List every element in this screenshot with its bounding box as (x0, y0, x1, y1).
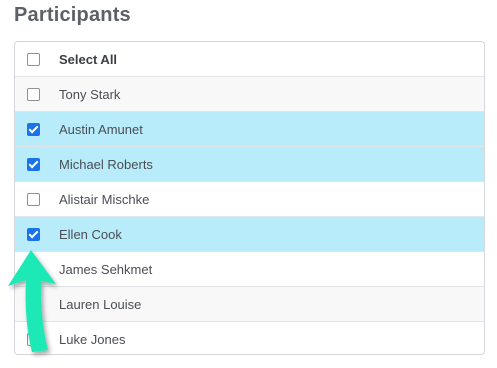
participant-name: Alistair Mischke (59, 192, 150, 207)
participant-checkbox[interactable] (27, 298, 40, 311)
participants-page: Participants Select All Tony Stark Austi… (0, 0, 497, 368)
participant-name: James Sehkmet (59, 262, 153, 277)
participant-name: Lauren Louise (59, 297, 142, 312)
participant-name: Luke Jones (59, 332, 126, 347)
select-all-label: Select All (59, 52, 118, 67)
list-item[interactable]: James Sehkmet (15, 252, 484, 287)
participant-checkbox[interactable] (27, 228, 40, 241)
participants-list: Select All Tony Stark Austin Amunet Mich… (14, 41, 485, 355)
list-item[interactable]: Michael Roberts (15, 147, 484, 182)
participant-checkbox[interactable] (27, 193, 40, 206)
participant-checkbox[interactable] (27, 158, 40, 171)
list-item[interactable]: Tony Stark (15, 77, 484, 112)
list-item[interactable]: Alistair Mischke (15, 182, 484, 217)
participant-name: Austin Amunet (59, 122, 143, 137)
select-all-row[interactable]: Select All (15, 42, 484, 77)
list-item[interactable]: Lauren Louise (15, 287, 484, 322)
list-item[interactable]: Ellen Cook (15, 217, 484, 252)
list-item[interactable]: Austin Amunet (15, 112, 484, 147)
participant-checkbox[interactable] (27, 333, 40, 346)
participant-name: Michael Roberts (59, 157, 153, 172)
participant-checkbox[interactable] (27, 88, 40, 101)
participant-name: Ellen Cook (59, 227, 122, 242)
list-item[interactable]: Luke Jones (15, 322, 484, 354)
participant-checkbox[interactable] (27, 263, 40, 276)
participant-checkbox[interactable] (27, 123, 40, 136)
select-all-checkbox[interactable] (27, 53, 40, 66)
participant-name: Tony Stark (59, 87, 121, 102)
page-title: Participants (14, 4, 131, 26)
